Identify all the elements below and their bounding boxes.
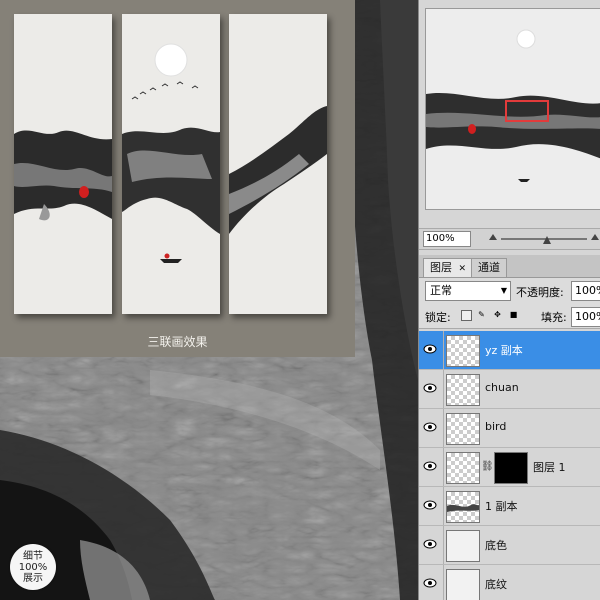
navigator-preview-image <box>426 9 600 209</box>
triptych-panel-right <box>229 14 327 314</box>
ink-thumbnail-icon <box>447 504 479 512</box>
lock-position-icon[interactable]: ✥ <box>493 310 502 319</box>
lock-transparency-icon[interactable] <box>461 310 472 321</box>
layer-name[interactable]: bird <box>485 420 506 433</box>
tab-layers-label: 图层 <box>430 261 452 274</box>
triptych-panel-middle <box>122 14 220 314</box>
layer-row[interactable]: chuan <box>419 370 600 409</box>
layer-row[interactable]: bird <box>419 409 600 448</box>
badge-line-1: 细节 <box>23 550 43 562</box>
layers-panel-tabs: 图层 ✕ 通道 <box>419 255 600 278</box>
layer-mask-thumbnail[interactable] <box>494 452 528 484</box>
layer-row[interactable]: 底纹 <box>419 565 600 600</box>
zoom-slider-thumb[interactable] <box>543 236 551 244</box>
navigator-zoom-bar: 100% <box>419 228 600 250</box>
layer-thumbnail <box>446 530 480 562</box>
layer-name[interactable]: 底纹 <box>485 576 507 592</box>
layer-row[interactable]: 底色 <box>419 526 600 565</box>
eye-icon <box>423 344 437 354</box>
moon-icon <box>154 43 188 77</box>
layer-name[interactable]: chuan <box>485 381 519 394</box>
tab-channels-label: 通道 <box>478 261 500 274</box>
layer-thumbnail <box>446 452 480 484</box>
fill-input[interactable]: 100% <box>571 307 600 327</box>
preview-caption: 三联画效果 <box>147 335 208 349</box>
eye-icon <box>423 578 437 588</box>
ink-landscape-left <box>14 130 112 221</box>
layer-name[interactable]: yz 副本 <box>485 342 523 358</box>
layer-name[interactable]: 底色 <box>485 537 507 553</box>
eye-icon <box>423 461 437 471</box>
badge-line-2: 100% <box>18 561 48 573</box>
detail-zoom-badge: 细节 100% 展示 <box>10 544 56 590</box>
triptych-preview: 三联画效果 <box>0 0 355 357</box>
lock-label: 锁定: <box>425 311 451 324</box>
layer-row[interactable]: yz 副本 <box>419 331 600 370</box>
link-chain-icon[interactable]: ⛓ <box>481 461 494 472</box>
zoom-out-icon[interactable] <box>489 234 497 240</box>
photoshop-side-panels: 100% 图层 ✕ 通道 正常 不透明度: 100% 锁定: ✎ ✥ ■ 填充:… <box>418 0 600 600</box>
layers-list: yz 副本 chuan bird ⛓ 图层 1 1 副本 底色 底纹 <box>419 329 600 600</box>
visibility-toggle[interactable] <box>419 526 444 564</box>
layer-row[interactable]: 1 副本 <box>419 487 600 526</box>
layer-thumbnail <box>446 374 480 406</box>
navigator-thumbnail[interactable] <box>425 8 600 210</box>
layer-thumbnail <box>446 413 480 445</box>
layer-name[interactable]: 图层 1 <box>533 459 566 475</box>
lock-pixels-icon[interactable]: ✎ <box>477 310 486 319</box>
opacity-input[interactable]: 100% <box>571 281 600 301</box>
opacity-label: 不透明度: <box>516 286 564 299</box>
layer-row[interactable]: ⛓ 图层 1 <box>419 448 600 487</box>
lock-options-row: 锁定: ✎ ✥ ■ 填充: 100% <box>419 304 600 329</box>
tab-channels[interactable]: 通道 <box>471 258 507 277</box>
fill-label: 填充: <box>541 311 567 324</box>
visibility-toggle[interactable] <box>419 331 444 369</box>
triptych-panel-left <box>14 14 112 314</box>
close-icon[interactable]: ✕ <box>459 264 467 274</box>
visibility-toggle[interactable] <box>419 487 444 525</box>
layer-name[interactable]: 1 副本 <box>485 498 518 514</box>
layer-thumbnail <box>446 491 480 523</box>
ink-landscape-middle <box>122 43 220 263</box>
zoom-input[interactable]: 100% <box>423 231 471 247</box>
visibility-toggle[interactable] <box>419 370 444 408</box>
visibility-toggle[interactable] <box>419 409 444 447</box>
zoom-in-icon[interactable] <box>591 234 599 240</box>
lock-all-icon[interactable]: ■ <box>509 310 518 319</box>
badge-line-3: 展示 <box>23 572 43 584</box>
blend-mode-select[interactable]: 正常 <box>425 281 511 301</box>
eye-icon <box>423 539 437 549</box>
eye-icon <box>423 500 437 510</box>
boat-icon <box>160 259 182 263</box>
birds-icon <box>131 81 199 100</box>
red-seal-icon <box>79 186 89 198</box>
layer-thumbnail <box>446 335 480 367</box>
blend-options-row: 正常 不透明度: 100% <box>419 278 600 304</box>
tab-layers[interactable]: 图层 ✕ <box>423 258 474 277</box>
layer-thumbnail <box>446 569 480 600</box>
visibility-toggle[interactable] <box>419 448 444 486</box>
ink-landscape-right <box>229 106 327 234</box>
visibility-toggle[interactable] <box>419 565 444 600</box>
eye-icon <box>423 383 437 393</box>
eye-icon <box>423 422 437 432</box>
